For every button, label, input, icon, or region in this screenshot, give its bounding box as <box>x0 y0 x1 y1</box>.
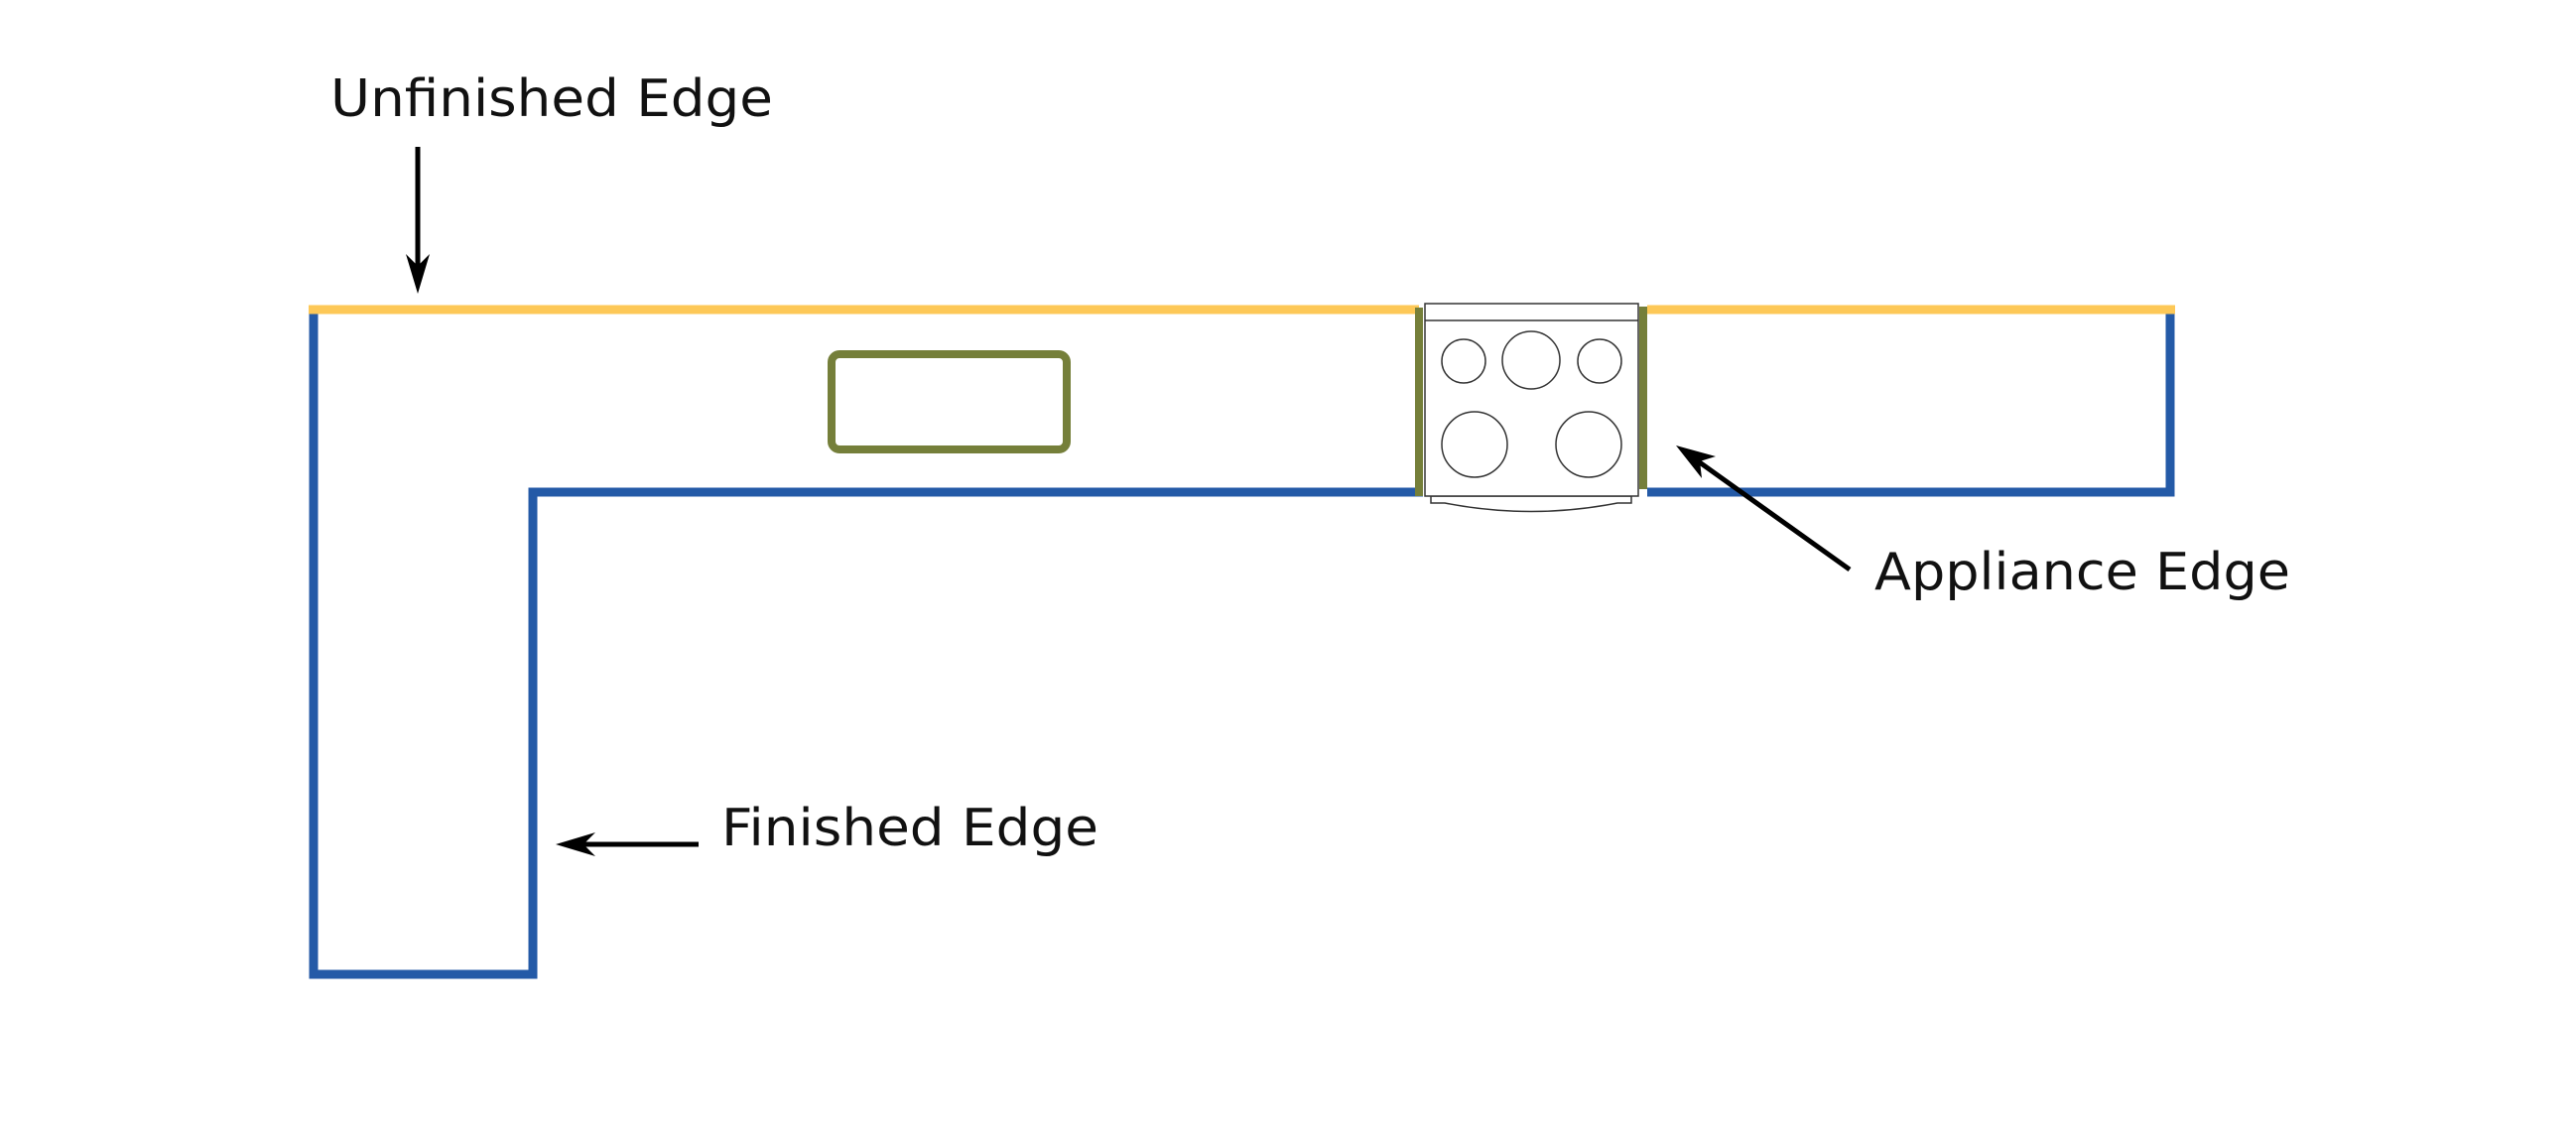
appliance-edge-label: Appliance Edge <box>1874 543 2290 602</box>
burner-icon <box>1441 411 1508 478</box>
finished-edge-arrow-icon <box>556 832 699 856</box>
burner-icon <box>1441 338 1486 384</box>
sink-icon <box>828 350 1071 453</box>
burner-icon <box>1501 330 1561 390</box>
range-icon <box>1424 303 1639 513</box>
appliance-edge-right <box>1639 307 1647 489</box>
finished-edge-right <box>1647 310 2175 497</box>
unfinished-edge-arrow-icon <box>406 147 430 294</box>
unfinished-edge-label: Unfinished Edge <box>330 69 773 129</box>
burner-icon <box>1577 338 1622 384</box>
finished-edge-outline <box>309 310 1423 979</box>
appliance-edge-arrow-icon <box>1676 445 1852 572</box>
range-handle <box>1430 495 1632 513</box>
burner-icon <box>1555 411 1622 478</box>
finished-edge-label: Finished Edge <box>721 799 1098 858</box>
appliance-edge-left <box>1415 308 1423 496</box>
countertop-diagram: Unfinished Edge Appliance Edge Finished … <box>309 69 2290 979</box>
